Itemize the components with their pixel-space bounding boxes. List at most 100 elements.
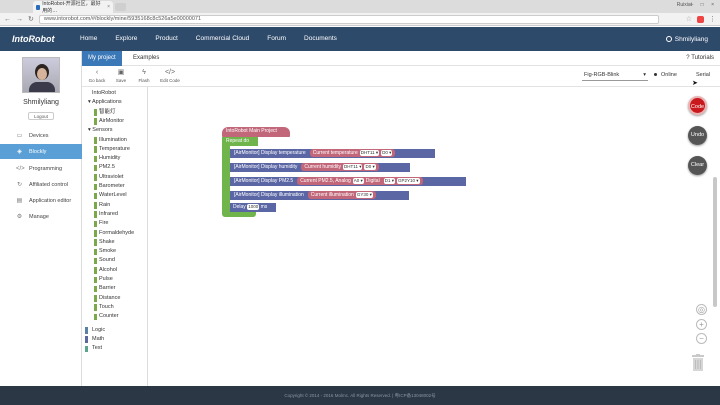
back-icon[interactable]: ← — [4, 16, 11, 23]
category-item[interactable]: Counter — [82, 312, 119, 321]
repeat-block[interactable]: Repeat do — [222, 137, 258, 146]
delay-value[interactable]: 1000 — [247, 203, 260, 210]
edit-code-button[interactable]: </> Edit Code — [159, 68, 181, 83]
sidebar-item-blockly[interactable]: ◈ Blockly — [0, 144, 82, 159]
category-item[interactable]: Touch — [82, 303, 114, 312]
sidebar-item-application-editor[interactable]: ▤ Application editor — [0, 193, 82, 208]
block-parameter[interactable]: Current temperature DHT11 ▾ D0 ▾ — [309, 149, 396, 157]
block-dropdown[interactable]: D0 ▾ — [364, 163, 376, 170]
avatar[interactable] — [22, 57, 60, 93]
browser-tab[interactable]: IntoRobot-开源社区，最好用的… × — [33, 1, 113, 14]
category-item[interactable]: ▾ Sensors — [82, 126, 112, 135]
code-button[interactable]: Code — [688, 96, 707, 115]
airmonitor-block[interactable]: [AirMonitor] Display illumination Current… — [230, 191, 409, 200]
sidebar-item-manage[interactable]: ⚙ Manage — [0, 209, 82, 224]
category-item[interactable]: Shake — [82, 238, 115, 247]
airmonitor-block[interactable]: [AirMonitor] Display PM2.5 Current PM2.5,… — [230, 177, 466, 186]
sidebar-item-programming[interactable]: </> Programming — [0, 161, 82, 176]
category-item[interactable]: Temperature — [82, 145, 130, 154]
account-menu[interactable]: Shmilyliang — [665, 36, 720, 43]
category-item[interactable]: Ultraviolet — [82, 173, 123, 182]
serial-button[interactable]: Serial — [696, 72, 710, 78]
extension-icon[interactable] — [697, 15, 704, 23]
category-item[interactable]: Humidity — [82, 154, 120, 163]
category-item[interactable]: WaterLevel — [82, 191, 127, 200]
nav-explore[interactable]: Explore — [106, 27, 146, 51]
category-item[interactable]: Smoke — [82, 247, 116, 256]
delay-block[interactable]: Delay 1000 ms — [230, 203, 276, 212]
category-item[interactable]: Barrier — [82, 284, 116, 293]
category-item[interactable]: Infrared — [82, 210, 118, 219]
category-item[interactable]: Fire — [82, 219, 108, 228]
category-item[interactable]: IntoRobot — [82, 89, 116, 98]
blockly-workspace[interactable]: IntoRobot Main Project Repeat do [AirMon… — [148, 87, 720, 386]
nav-commercial-cloud[interactable]: Commercial Cloud — [187, 27, 258, 51]
category-item[interactable]: Alcohol — [82, 266, 117, 275]
block-dropdown[interactable]: GY30 ▾ — [355, 191, 373, 198]
recenter-button[interactable]: ◎ — [696, 304, 707, 315]
tutorials-link[interactable]: ? Tutorials — [686, 51, 714, 66]
category-item[interactable]: Pulse — [82, 275, 113, 284]
workspace-scrollbar[interactable] — [713, 177, 717, 307]
block-dropdown[interactable]: D1 ▾ — [383, 177, 395, 184]
intorobot-logo[interactable]: IntoRobot — [0, 34, 80, 44]
zoom-out-button[interactable]: − — [696, 333, 707, 344]
category-item[interactable]: PM2.5 — [82, 163, 115, 172]
bookmark-star-icon[interactable]: ☆ — [686, 15, 692, 23]
sidebar-item-devices[interactable]: ▭ Devices — [0, 128, 82, 143]
help-icon: ? — [686, 55, 690, 61]
category-item[interactable]: Text — [82, 344, 102, 353]
block-dropdown[interactable]: DHT11 ▾ — [343, 163, 363, 170]
browser-menu-icon[interactable]: ⋮ — [709, 15, 716, 23]
logout-button[interactable]: Logout — [28, 112, 54, 120]
nav-product[interactable]: Product — [146, 27, 186, 51]
category-item[interactable]: Rain — [82, 201, 110, 210]
tab-examples[interactable]: Examples — [127, 51, 165, 66]
category-item[interactable]: ▾ Applications — [82, 98, 122, 107]
sidebar-item-affiliated-control[interactable]: ↻ Affiliated control — [0, 177, 82, 192]
block-dropdown[interactable]: D0 ▾ — [381, 149, 393, 156]
browser-tab-title: IntoRobot-开源社区，最好用的… — [42, 1, 101, 14]
window-controls[interactable]: – □ × — [691, 2, 718, 8]
flash-button[interactable]: ϟ Flash — [133, 68, 155, 83]
block-parameter[interactable]: Current humidity DHT11 ▾ D0 ▾ — [301, 163, 379, 171]
block-parameter[interactable]: Current PM2.5, Analog A0 ▾ Digital D1 ▾ GP2Y… — [297, 177, 423, 185]
nav-documents[interactable]: Documents — [295, 27, 346, 51]
save-button[interactable]: ▣ Save — [110, 68, 132, 83]
airmonitor-block[interactable]: [AirMonitor] Display temperature Current … — [230, 149, 435, 158]
category-color-bar — [94, 118, 97, 125]
board-select[interactable]: Fig-RGB-Blink ▾ — [582, 72, 648, 81]
go-back-button[interactable]: ‹ Go back — [86, 68, 108, 83]
block-dropdown[interactable]: A0 ▾ — [352, 177, 364, 184]
block-dropdown[interactable]: DHT11 ▾ — [359, 149, 380, 156]
online-status[interactable]: Online — [654, 72, 677, 78]
delay-unit: ms — [260, 204, 268, 210]
forward-icon[interactable]: → — [16, 16, 23, 23]
tab-my-project[interactable]: My project — [82, 51, 122, 66]
category-item[interactable]: Logic — [82, 326, 105, 335]
nav-home[interactable]: Home — [80, 27, 106, 51]
category-item[interactable]: Sound — [82, 256, 115, 265]
trash-icon[interactable] — [691, 354, 705, 372]
category-item[interactable]: AirMonitor — [82, 117, 124, 126]
category-item[interactable]: Illumination — [82, 136, 127, 145]
block-parameter[interactable]: Current illumination GY30 ▾ — [307, 191, 376, 199]
new-tab-button[interactable] — [115, 3, 126, 11]
category-item[interactable]: Formaldehyde — [82, 229, 134, 238]
category-item[interactable]: Math — [82, 335, 104, 344]
nav-forum[interactable]: Forum — [258, 27, 295, 51]
airmonitor-block[interactable]: [AirMonitor] Display humidity Current hum… — [230, 163, 410, 172]
category-item[interactable]: 智能灯 — [82, 108, 116, 117]
category-color-bar — [85, 327, 88, 334]
url-input[interactable]: www.intorobot.com/#/blockly/mine/5935168… — [38, 14, 659, 24]
reload-icon[interactable]: ↻ — [28, 15, 34, 23]
zoom-in-button[interactable]: + — [696, 319, 707, 330]
category-item[interactable]: Distance — [82, 294, 120, 303]
undo-button[interactable]: Undo — [688, 126, 707, 145]
main-project-block[interactable]: IntoRobot Main Project — [222, 127, 290, 137]
block-dropdown[interactable]: GP2Y10 ▾ — [396, 177, 420, 184]
clear-button[interactable]: Clear — [688, 156, 707, 175]
category-item[interactable]: Barometer — [82, 182, 125, 191]
project-tabs: My project Examples ? Tutorials — [82, 51, 720, 66]
close-tab-icon[interactable]: × — [107, 4, 110, 10]
